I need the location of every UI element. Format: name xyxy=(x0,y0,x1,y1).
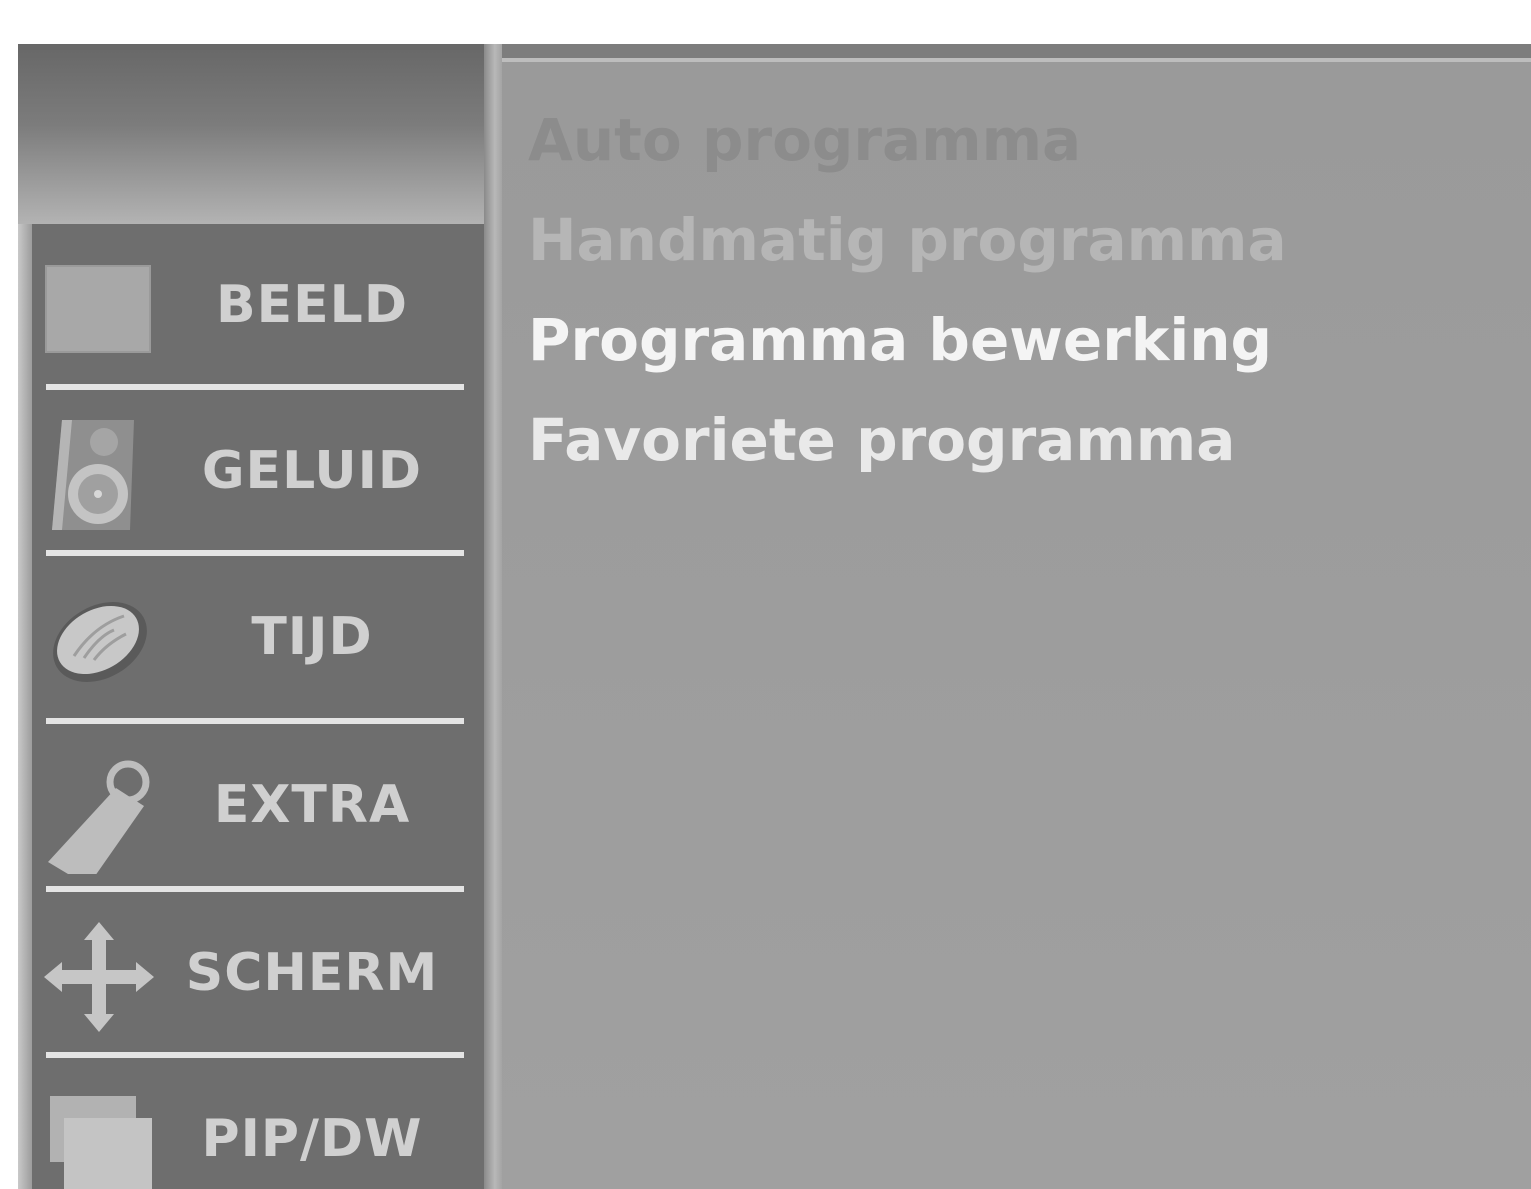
picture-square-icon xyxy=(44,254,154,364)
menu-item-extra[interactable]: EXTRA xyxy=(32,724,464,886)
tag-icon xyxy=(44,754,154,886)
tv-osd-screen: BEELD GELUID TIJD EXTRA SCHERM PIP/DW Au… xyxy=(18,44,1531,1189)
sidebar-separator xyxy=(484,44,502,1189)
left-edge xyxy=(18,224,32,1189)
menu-item-geluid[interactable]: GELUID xyxy=(32,390,464,552)
menu-item-pip-dw[interactable]: PIP/DW xyxy=(32,1058,464,1189)
menu-item-label: PIP/DW xyxy=(201,1109,423,1169)
menu-item-tijd[interactable]: TIJD xyxy=(32,556,464,718)
menu-item-label: EXTRA xyxy=(213,775,411,835)
submenu-item-auto-programma[interactable]: Auto programma xyxy=(528,106,1081,174)
speaker-icon xyxy=(44,420,154,530)
move-arrows-icon xyxy=(44,922,154,1032)
submenu-item-favoriete-programma[interactable]: Favoriete programma xyxy=(528,406,1235,474)
menu-item-label: GELUID xyxy=(201,441,423,501)
header-band xyxy=(18,44,488,224)
submenu-item-handmatig-programma[interactable]: Handmatig programma xyxy=(528,206,1287,274)
menu-item-scherm[interactable]: SCHERM xyxy=(32,892,464,1054)
pip-windows-icon xyxy=(44,1088,154,1189)
menu-item-label: SCHERM xyxy=(185,943,439,1003)
menu-item-label: TIJD xyxy=(251,607,373,667)
submenu-panel: Auto programma Handmatig programma Progr… xyxy=(502,58,1531,1189)
menu-item-beeld[interactable]: BEELD xyxy=(32,224,464,386)
clock-icon xyxy=(44,586,154,696)
menu-item-label: BEELD xyxy=(216,275,408,335)
submenu-item-programma-bewerking[interactable]: Programma bewerking xyxy=(528,306,1272,374)
